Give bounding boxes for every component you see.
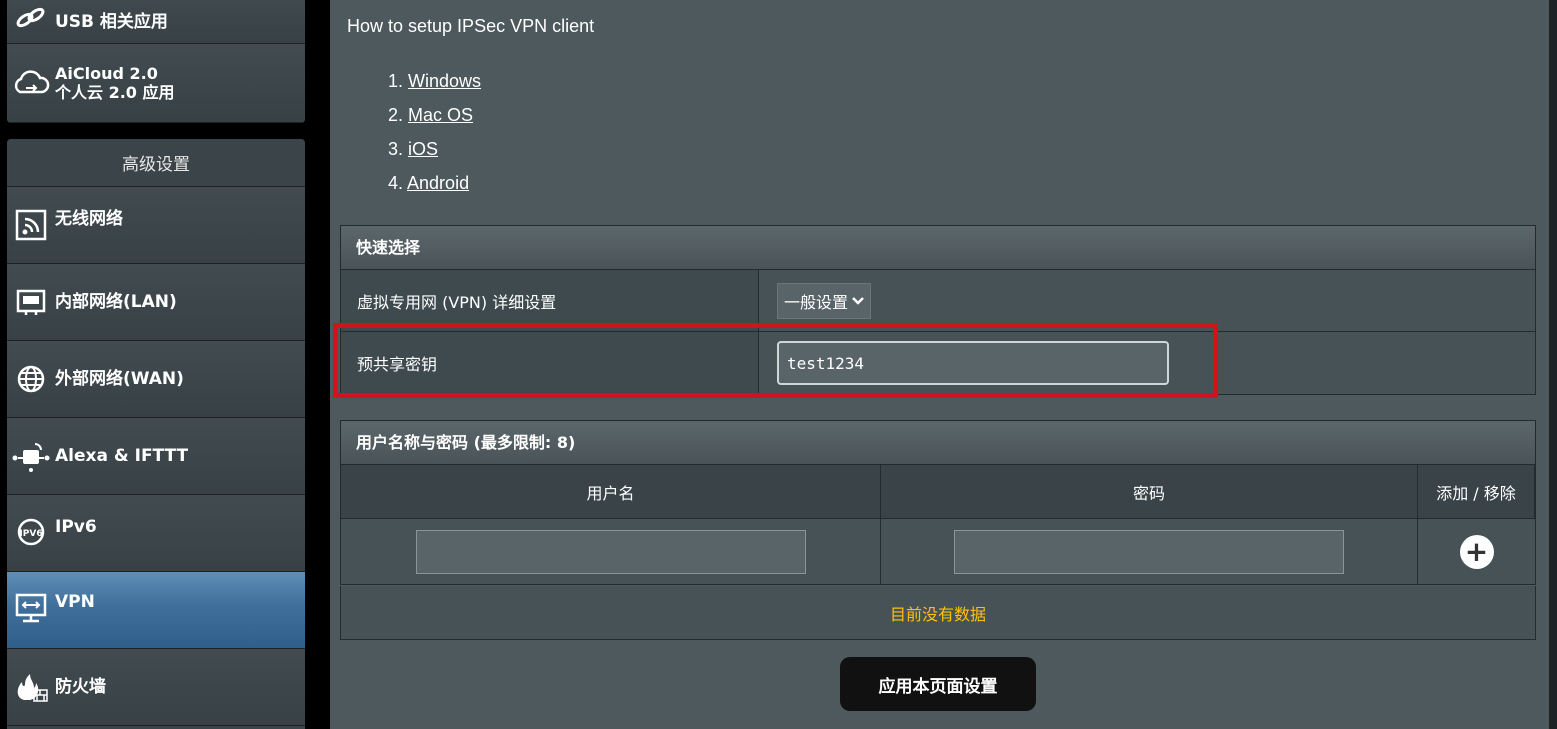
list-item: 4. Android — [388, 172, 481, 206]
users-table: 用户名 密码 添加 / 移除 + — [341, 465, 1535, 584]
list-number: 2. — [388, 105, 404, 125]
sidebar-item-label: 外部网络(WAN) — [55, 369, 184, 389]
alexa-icon — [7, 418, 55, 494]
sidebar-advanced-group: 高级设置 无线网络 内部网络(LAN) 外部网络(WAN) Alexa & IF… — [7, 139, 305, 729]
sidebar-item-label: 无线网络 — [55, 209, 123, 229]
aicloud-title: AiCloud 2.0 — [55, 64, 158, 83]
guide-link-android[interactable]: Android — [407, 173, 469, 193]
sidebar-top-group: USB 相关应用 AiCloud 2.0 个人云 2.0 应用 — [7, 0, 305, 123]
column-header-username: 用户名 — [341, 465, 881, 519]
list-item: 2. Mac OS — [388, 104, 481, 138]
lan-icon — [7, 264, 55, 340]
advanced-settings-header: 高级设置 — [7, 139, 305, 187]
apply-button[interactable]: 应用本页面设置 — [840, 657, 1036, 711]
username-input[interactable] — [415, 529, 806, 574]
no-data-text: 目前没有数据 — [340, 586, 1536, 640]
sidebar-item-label: USB 相关应用 — [55, 11, 168, 32]
firewall-icon — [7, 649, 55, 725]
sidebar-item-firewall[interactable]: 防火墙 — [7, 649, 305, 726]
guide-link-ios[interactable]: iOS — [408, 139, 438, 159]
sidebar-item-label: IPv6 — [55, 517, 97, 537]
sidebar-item-lan[interactable]: 内部网络(LAN) — [7, 264, 305, 341]
add-user-button[interactable]: + — [1459, 534, 1494, 569]
sidebar-item-label: 内部网络(LAN) — [55, 292, 177, 312]
guide-link-macos[interactable]: Mac OS — [408, 105, 473, 125]
vpn-icon — [7, 592, 55, 624]
ipv6-icon: IPV6 — [7, 517, 55, 547]
quick-select-header: 快速选择 — [341, 226, 1535, 270]
sidebar-item-usb[interactable]: USB 相关应用 — [7, 0, 305, 44]
sidebar-item-wireless[interactable]: 无线网络 — [7, 187, 305, 264]
svg-text:IPV6: IPV6 — [19, 529, 42, 539]
list-item: 1. Windows — [388, 70, 481, 104]
column-header-action: 添加 / 移除 — [1418, 465, 1535, 519]
vpn-detail-label: 虚拟专用网 (VPN) 详细设置 — [341, 270, 759, 331]
scrollbar[interactable] — [1549, 0, 1557, 729]
client-guide-list: 1. Windows 2. Mac OS 3. iOS 4. Android — [388, 70, 481, 206]
cloud-icon — [7, 44, 55, 122]
sidebar-item-label: VPN — [55, 592, 95, 612]
aicloud-subtitle: 个人云 2.0 应用 — [55, 83, 175, 102]
usb-icon — [7, 0, 55, 43]
list-item: 3. iOS — [388, 138, 481, 172]
guide-link-windows[interactable]: Windows — [408, 71, 481, 91]
highlight-box — [333, 323, 1218, 398]
sidebar: USB 相关应用 AiCloud 2.0 个人云 2.0 应用 高级设置 无线网… — [0, 0, 330, 729]
password-input[interactable] — [954, 529, 1344, 574]
users-panel: 用户名称与密码 (最多限制: 8) 用户名 密码 添加 / 移除 + — [340, 420, 1536, 585]
chevron-down-icon — [852, 291, 864, 310]
wireless-icon — [7, 209, 55, 241]
globe-icon — [7, 341, 55, 417]
vpn-detail-select[interactable]: 一般设置 — [777, 282, 872, 319]
column-header-password: 密码 — [881, 465, 1418, 519]
sidebar-item-ipv6[interactable]: IPV6 IPv6 — [7, 495, 305, 572]
vpn-detail-select-value: 一般设置 — [784, 292, 849, 312]
sidebar-item-label: 防火墙 — [55, 677, 106, 697]
list-number: 4. — [388, 173, 404, 193]
sidebar-item-alexa[interactable]: Alexa & IFTTT — [7, 418, 305, 495]
list-number: 3. — [388, 139, 404, 159]
sidebar-item-label: Alexa & IFTTT — [55, 446, 189, 466]
sidebar-item-vpn[interactable]: VPN — [7, 572, 305, 649]
main-content: How to setup IPSec VPN client 1. Windows… — [330, 0, 1549, 729]
sidebar-item-wan[interactable]: 外部网络(WAN) — [7, 341, 305, 418]
howto-title: How to setup IPSec VPN client — [347, 16, 595, 36]
list-number: 1. — [388, 71, 404, 91]
sidebar-item-aicloud[interactable]: AiCloud 2.0 个人云 2.0 应用 — [7, 44, 305, 123]
plus-icon: + — [1464, 534, 1489, 568]
users-header: 用户名称与密码 (最多限制: 8) — [341, 421, 1535, 465]
